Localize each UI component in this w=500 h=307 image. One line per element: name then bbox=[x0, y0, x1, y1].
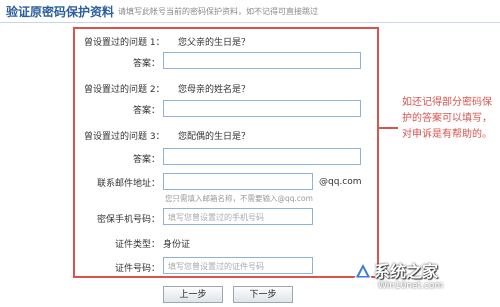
question-2-label: 曾设置过的问题 2： bbox=[84, 85, 165, 95]
email-hint: 您只需填入邮箱名称，不需要输入@qq.com bbox=[165, 194, 313, 203]
id-type-value: 身份证 bbox=[163, 240, 191, 250]
annotation-connector bbox=[378, 127, 398, 129]
answer-2-label: 答案： bbox=[132, 106, 160, 116]
id-type-label: 证件类型： bbox=[114, 240, 160, 250]
phone-input[interactable]: 填写您曾设置过的手机号码 bbox=[163, 208, 313, 225]
next-step-button[interactable]: 下一步 bbox=[233, 286, 293, 303]
question-2-text: 您母亲的姓名是？ bbox=[178, 85, 251, 95]
answer-1-label: 答案： bbox=[132, 59, 160, 69]
id-number-input[interactable]: 填写您曾设置过的证件号码 bbox=[163, 257, 313, 274]
answer-3-label: 答案： bbox=[132, 155, 160, 165]
phone-label: 密保手机号码： bbox=[96, 215, 160, 225]
page-title: 验证原密码保护资料 bbox=[6, 5, 115, 19]
email-label: 联系邮件地址： bbox=[96, 179, 160, 189]
email-input[interactable] bbox=[163, 173, 313, 190]
question-1-text: 您父亲的生日是？ bbox=[178, 38, 251, 48]
email-suffix: @qq.com bbox=[319, 177, 362, 187]
page-header: 验证原密码保护资料 请填写此帐号当前的密码保护资料，如不记得可直接跳过 bbox=[0, 0, 500, 23]
id-number-label: 证件号码： bbox=[114, 264, 160, 274]
watermark-logo-icon bbox=[354, 262, 372, 279]
watermark-subtext: Win10net.com bbox=[378, 281, 444, 291]
question-3-label: 曾设置过的问题 3： bbox=[84, 132, 165, 142]
answer-3-input[interactable] bbox=[163, 148, 361, 165]
question-1-label: 曾设置过的问题 1： bbox=[84, 38, 165, 48]
answer-1-input[interactable] bbox=[163, 52, 361, 69]
question-3-text: 您配偶的生日是？ bbox=[178, 132, 251, 142]
watermark-text: 系统之家 bbox=[374, 262, 439, 281]
page-subtitle: 请填写此帐号当前的密码保护资料，如不记得可直接跳过 bbox=[118, 7, 318, 16]
answer-2-input[interactable] bbox=[163, 100, 361, 117]
annotation-note: 如还记得部分密码保护的答案可以填写，对申诉是有帮助的。 bbox=[402, 97, 492, 140]
prev-step-button[interactable]: 上一步 bbox=[163, 286, 223, 303]
